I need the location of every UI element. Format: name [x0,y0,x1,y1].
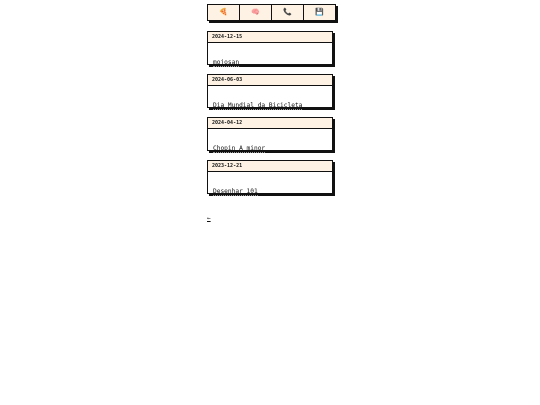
entry-body: Desenhar 101 [208,172,332,196]
entry-title-link[interactable]: Dia Mundial da Bicicleta [213,102,303,110]
entry-title-link[interactable]: Chopin A minor [213,145,266,153]
entry-body: Chopin A minor [208,129,332,153]
entry-card: 2023-12-21 Desenhar 101 [207,160,333,196]
entry-date: 2024-06-03 [208,75,332,86]
entry-body: mojosan [208,43,332,67]
nav-button-phone[interactable]: 📞 [272,5,304,20]
nav-button-save[interactable]: 💾 [304,5,335,20]
back-arrow-link[interactable]: ← [207,215,211,223]
phone-icon: 📞 [283,8,292,16]
nav-button-brain[interactable]: 🧠 [240,5,272,20]
entry-title-link[interactable]: Desenhar 101 [213,188,258,196]
entry-date: 2024-04-12 [208,118,332,129]
pizza-icon: 🍕 [219,8,228,16]
nav-button-pizza[interactable]: 🍕 [208,5,240,20]
entry-card: 2024-06-03 Dia Mundial da Bicicleta [207,74,333,110]
entry-card: 2024-04-12 Chopin A minor [207,117,333,153]
entry-title-link[interactable]: mojosan [213,59,240,67]
entry-body: Dia Mundial da Bicicleta [208,86,332,110]
entry-date: 2023-12-21 [208,161,332,172]
main-column: 🍕 🧠 📞 💾 2024-12-15 mojosan 2024-06-03 Di… [207,4,336,196]
top-nav: 🍕 🧠 📞 💾 [207,4,336,21]
entry-card: 2024-12-15 mojosan [207,31,333,67]
entry-date: 2024-12-15 [208,32,332,43]
brain-icon: 🧠 [251,8,260,16]
floppy-disk-icon: 💾 [315,8,324,16]
